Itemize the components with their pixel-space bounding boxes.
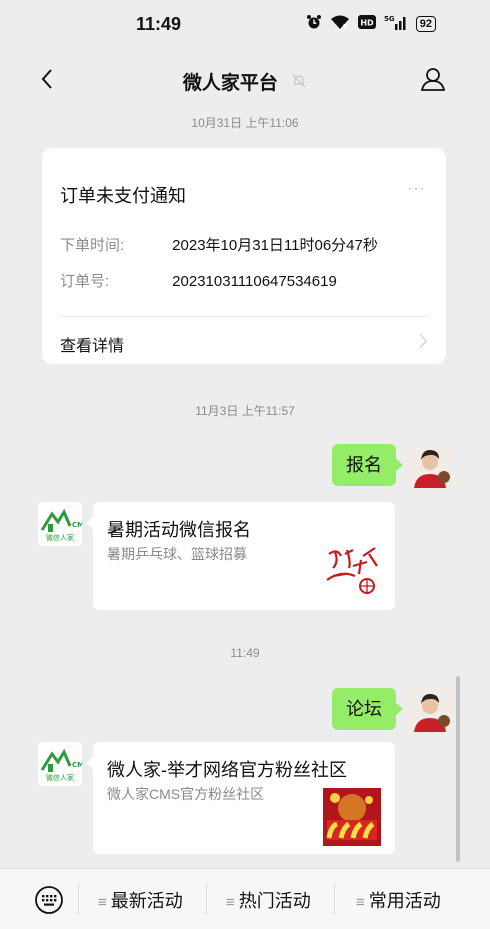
- bottom-menu-bar: ≡ 最新活动 ≡ 热门活动 ≡ 常用活动: [0, 868, 490, 929]
- status-bar: 11:49 HD 5G 92: [0, 0, 490, 48]
- scrollbar[interactable]: [456, 676, 460, 862]
- user-avatar[interactable]: [408, 688, 452, 732]
- signal-icon: 5G: [384, 14, 408, 33]
- battery-indicator: 92: [415, 15, 436, 32]
- nav-bar: 微人家平台: [0, 56, 490, 104]
- mute-bell-icon: [291, 73, 307, 95]
- menu-item-common-activities[interactable]: ≡ 常用活动: [356, 887, 441, 913]
- timestamp: 10月31日 上午11:06: [191, 116, 299, 130]
- svg-text:5G: 5G: [384, 15, 395, 23]
- order-number-value: 20231031110647534619: [172, 273, 337, 290]
- status-icons: HD 5G 92: [306, 14, 436, 33]
- menu-item-label: 热门活动: [238, 891, 311, 911]
- divider: [60, 316, 428, 317]
- user-message-bubble[interactable]: 论坛: [332, 688, 403, 730]
- wifi-icon: [330, 14, 350, 33]
- menu-lines-icon: ≡: [356, 894, 365, 911]
- user-avatar[interactable]: [408, 444, 452, 488]
- user-message-bubble[interactable]: 报名: [332, 444, 403, 486]
- menu-item-label: 最新活动: [110, 891, 183, 911]
- chat-title: 微人家平台: [0, 68, 490, 95]
- alarm-icon: [306, 14, 322, 33]
- bot-avatar[interactable]: CMS 微信人家: [38, 742, 82, 786]
- svg-text:CMS: CMS: [72, 521, 82, 529]
- svg-text:微信人家: 微信人家: [46, 533, 74, 542]
- more-options-icon[interactable]: ···: [407, 180, 426, 198]
- menu-divider: [206, 883, 207, 915]
- link-card-title: 微人家-举才网络官方粉丝社区: [107, 760, 347, 780]
- link-card-title: 暑期活动微信报名: [107, 520, 251, 540]
- order-time-value: 2023年10月31日11时06分47秒: [172, 237, 378, 254]
- keyboard-toggle-icon[interactable]: [34, 885, 64, 915]
- order-notice-card[interactable]: 订单未支付通知 ··· 下单时间: 2023年10月31日11时06分47秒 订…: [42, 148, 446, 364]
- order-number-row: 订单号: 20231031110647534619: [60, 270, 337, 291]
- menu-divider: [78, 883, 79, 915]
- chat-title-text: 微人家平台: [182, 73, 278, 94]
- link-card-description: 暑期乒乓球、篮球招募: [107, 546, 247, 562]
- order-time-row: 下单时间: 2023年10月31日11时06分47秒: [60, 234, 378, 255]
- status-time: 11:49: [136, 14, 182, 34]
- order-number-label: 订单号:: [60, 273, 110, 290]
- menu-item-label: 常用活动: [368, 891, 441, 911]
- basketball-thumbnail-image: [323, 540, 381, 598]
- order-time-label: 下单时间:: [60, 237, 125, 254]
- menu-lines-icon: ≡: [98, 894, 107, 911]
- card-title: 订单未支付通知: [60, 186, 186, 206]
- link-card-fan-community[interactable]: 微人家-举才网络官方粉丝社区 微人家CMS官方粉丝社区: [86, 742, 395, 854]
- profile-button[interactable]: [420, 66, 446, 97]
- menu-item-hot-activities[interactable]: ≡ 热门活动: [226, 887, 311, 913]
- menu-item-latest-activities[interactable]: ≡ 最新活动: [98, 887, 183, 913]
- hd-icon: HD: [357, 15, 376, 32]
- chat-screen: 11:49 HD 5G 92 微人家平台 10月31日 上午11:06 订单未支…: [0, 0, 490, 929]
- view-details-link[interactable]: 查看详情: [60, 332, 124, 356]
- timestamp: 11月3日 上午11:57: [195, 404, 295, 418]
- link-card-summer-signup[interactable]: 暑期活动微信报名 暑期乒乓球、篮球招募: [86, 502, 395, 610]
- menu-lines-icon: ≡: [226, 894, 235, 911]
- svg-text:HD: HD: [360, 19, 374, 28]
- timestamp: 11:49: [230, 646, 260, 660]
- svg-text:CMS: CMS: [72, 761, 82, 769]
- new-year-2016-thumbnail-image: [323, 788, 381, 846]
- link-card-description: 微人家CMS官方粉丝社区: [107, 786, 265, 802]
- svg-text:微信人家: 微信人家: [46, 773, 74, 782]
- chevron-right-icon: [418, 332, 428, 355]
- bot-avatar[interactable]: CMS 微信人家: [38, 502, 82, 546]
- menu-divider: [334, 883, 335, 915]
